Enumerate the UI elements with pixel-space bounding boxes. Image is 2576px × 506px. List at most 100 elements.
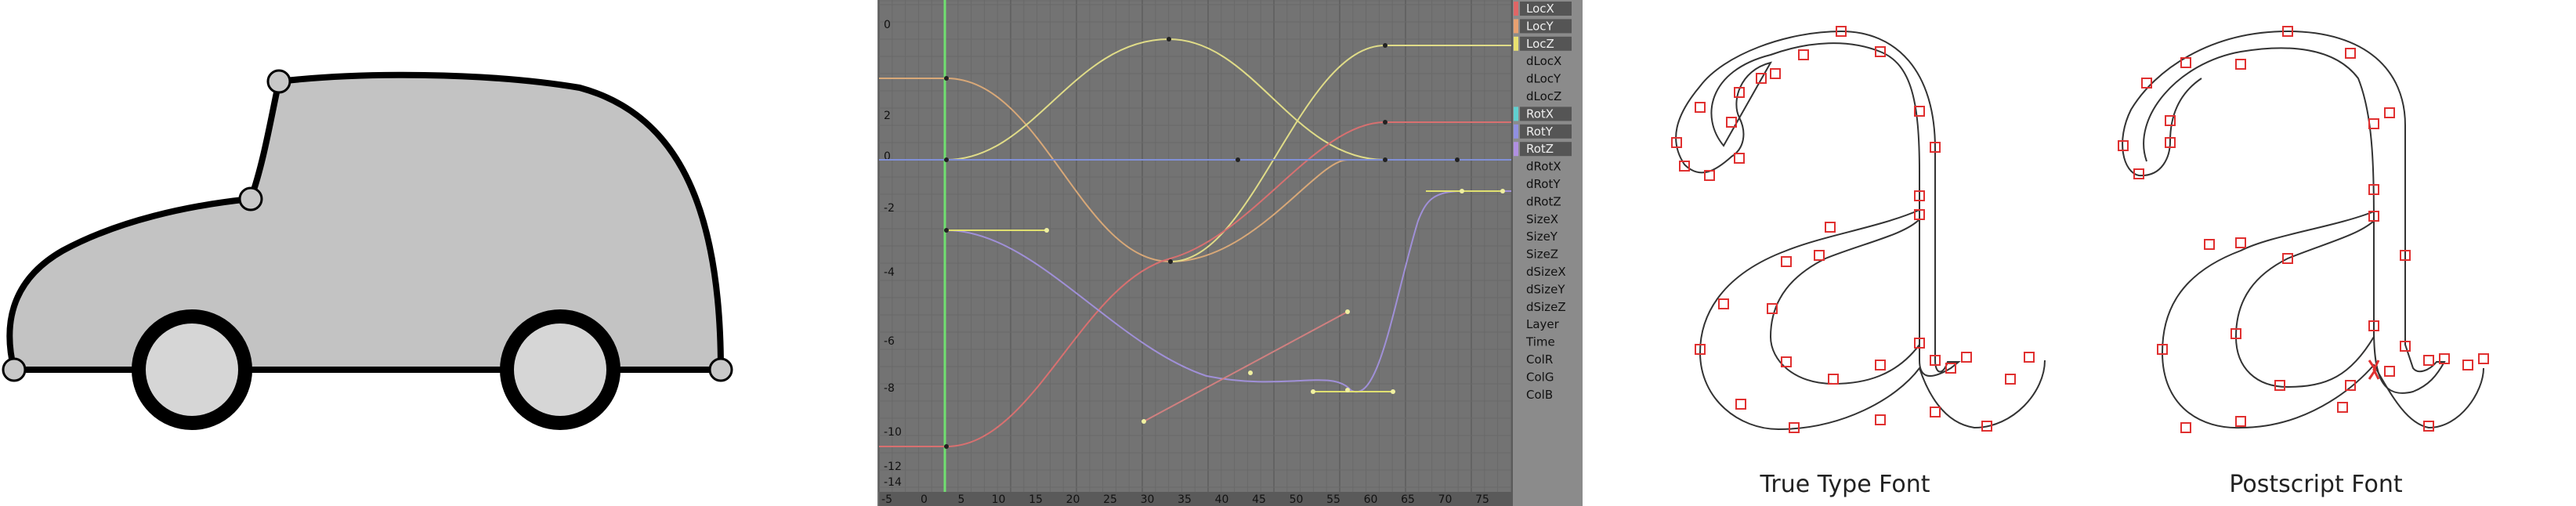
car-body-shape [6, 71, 724, 373]
x-tick-label: 0 [921, 493, 928, 506]
channel-item-drotz[interactable]: dRotZ [1526, 194, 1561, 208]
channel-label: SizeY [1526, 230, 1558, 244]
channel-label: ColR [1526, 352, 1553, 367]
y-tick-label: -14 [884, 476, 902, 489]
channel-label: ColB [1526, 388, 1553, 402]
channel-label: dRotX [1526, 160, 1561, 174]
channel-label: dRotY [1526, 177, 1561, 191]
x-tick-label: 55 [1326, 493, 1340, 506]
channel-item-rotz[interactable]: RotZ [1514, 142, 1572, 157]
channel-label: Time [1525, 335, 1555, 349]
channel-color-swatch [1514, 142, 1518, 157]
x-tick-label: 65 [1401, 493, 1415, 506]
channel-label: dSizeZ [1526, 300, 1566, 314]
postscript-control-points [2118, 26, 2489, 433]
truetype-glyph-a [1675, 30, 2046, 431]
channel-item-dlocy[interactable]: dLocY [1526, 72, 1561, 86]
channel-label: SizeZ [1526, 248, 1558, 262]
front-wheel [132, 309, 252, 430]
y-tick-label: -4 [884, 266, 895, 279]
channel-item-droty[interactable]: dRotY [1526, 177, 1561, 191]
x-axis: -5 0 5 10 15 20 25 30 35 40 45 50 55 60 65 70 75 [879, 492, 1512, 506]
channel-item-time[interactable]: Time [1525, 335, 1555, 349]
y-tick-label: 0 [884, 150, 891, 163]
postscript-glyph-a [2122, 30, 2484, 429]
channel-color-swatch [1514, 2, 1518, 16]
postscript-caption: Postscript Font [2229, 471, 2402, 498]
channel-item-drotx[interactable]: dRotX [1526, 160, 1561, 174]
channel-item-sizey[interactable]: SizeY [1526, 230, 1558, 244]
channel-item-layer[interactable]: Layer [1526, 317, 1560, 331]
channel-item-dlocx[interactable]: dLocX [1526, 54, 1561, 68]
y-tick-label: 2 [884, 110, 891, 122]
control-point [2, 357, 27, 382]
channel-item-sizez[interactable]: SizeZ [1526, 248, 1558, 262]
truetype-bowl-outer [1699, 209, 2046, 431]
graph-area[interactable] [879, 2, 1512, 503]
y-tick-label: -6 [884, 335, 895, 348]
channel-label: dSizeY [1526, 282, 1565, 296]
channel-color-swatch [1514, 124, 1518, 139]
x-tick-label: -5 [881, 493, 892, 506]
channel-item-colg[interactable]: ColG [1526, 370, 1554, 384]
y-tick-label: -12 [884, 461, 902, 473]
channel-label: ColG [1526, 370, 1554, 384]
channel-label: dLocX [1526, 54, 1561, 68]
truetype-glyph-outline [1675, 30, 1961, 377]
x-tick-label: 10 [992, 493, 1006, 506]
channel-label: dSizeX [1526, 265, 1566, 279]
grid-lines [878, 0, 1512, 492]
x-tick-label: 5 [958, 493, 965, 506]
car-bezier-illustration [2, 69, 733, 430]
font-outline-comparison: True Type Font Postscript Font [1671, 26, 2489, 498]
truetype-bowl-inner [1769, 219, 1920, 385]
y-tick-label: -2 [884, 202, 895, 215]
x-tick-label: 35 [1178, 493, 1192, 506]
control-point [708, 357, 733, 382]
x-tick-label: 30 [1141, 493, 1155, 506]
control-point [238, 186, 263, 211]
channel-item-dsizey[interactable]: dSizeY [1526, 282, 1565, 296]
x-tick-label: 45 [1252, 493, 1266, 506]
x-tick-label: 25 [1103, 493, 1117, 506]
channel-item-locz[interactable]: LocZ [1514, 36, 1572, 51]
postscript-bowl-outer [2161, 211, 2484, 429]
channel-item-sizex[interactable]: SizeX [1526, 212, 1558, 226]
channel-item-dlocz[interactable]: dLocZ [1526, 89, 1561, 103]
x-tick-label: 40 [1215, 493, 1229, 506]
channel-item-colr[interactable]: ColR [1526, 352, 1553, 367]
x-axis-bar [879, 492, 1512, 506]
y-tick-label: -8 [884, 382, 895, 395]
x-tick-label: 50 [1290, 493, 1304, 506]
postscript-bowl-inner [2234, 220, 2375, 389]
channel-color-swatch [1514, 107, 1518, 121]
channel-label: SizeX [1526, 212, 1558, 226]
channel-label: RotY [1526, 125, 1554, 139]
channel-label: LocY [1526, 19, 1554, 33]
channel-item-rotx[interactable]: RotX [1514, 107, 1572, 121]
channel-item-colb[interactable]: ColB [1526, 388, 1553, 402]
y-tick-label: 0 [884, 19, 891, 31]
x-tick-label: 15 [1029, 493, 1043, 506]
channel-label: RotZ [1526, 142, 1554, 156]
channel-color-swatch [1514, 36, 1518, 51]
channel-label: dLocZ [1526, 89, 1561, 103]
channel-label: dRotZ [1526, 194, 1561, 208]
channel-color-swatch [1514, 19, 1518, 34]
postscript-glyph-outline [2122, 30, 2446, 394]
ipo-curve-editor: 020-2-4-6-8-10-12-14 -5 0 5 10 15 20 25 30 35 40 4… [877, 0, 1583, 506]
x-tick-label: 70 [1438, 493, 1453, 506]
y-tick-label: -10 [884, 426, 902, 439]
channel-label: LocZ [1526, 37, 1554, 51]
channel-item-locy[interactable]: LocY [1514, 19, 1572, 34]
control-point [266, 69, 291, 94]
channel-item-locx[interactable]: LocX [1514, 2, 1572, 16]
channel-label: RotX [1526, 107, 1554, 121]
channel-label: Layer [1526, 317, 1560, 331]
channel-item-roty[interactable]: RotY [1514, 124, 1572, 139]
rear-wheel [500, 309, 620, 430]
channel-label: dLocY [1526, 72, 1561, 86]
truetype-caption: True Type Font [1759, 471, 1930, 498]
channel-item-dsizex[interactable]: dSizeX [1526, 265, 1566, 279]
channel-item-dsizez[interactable]: dSizeZ [1526, 300, 1566, 314]
